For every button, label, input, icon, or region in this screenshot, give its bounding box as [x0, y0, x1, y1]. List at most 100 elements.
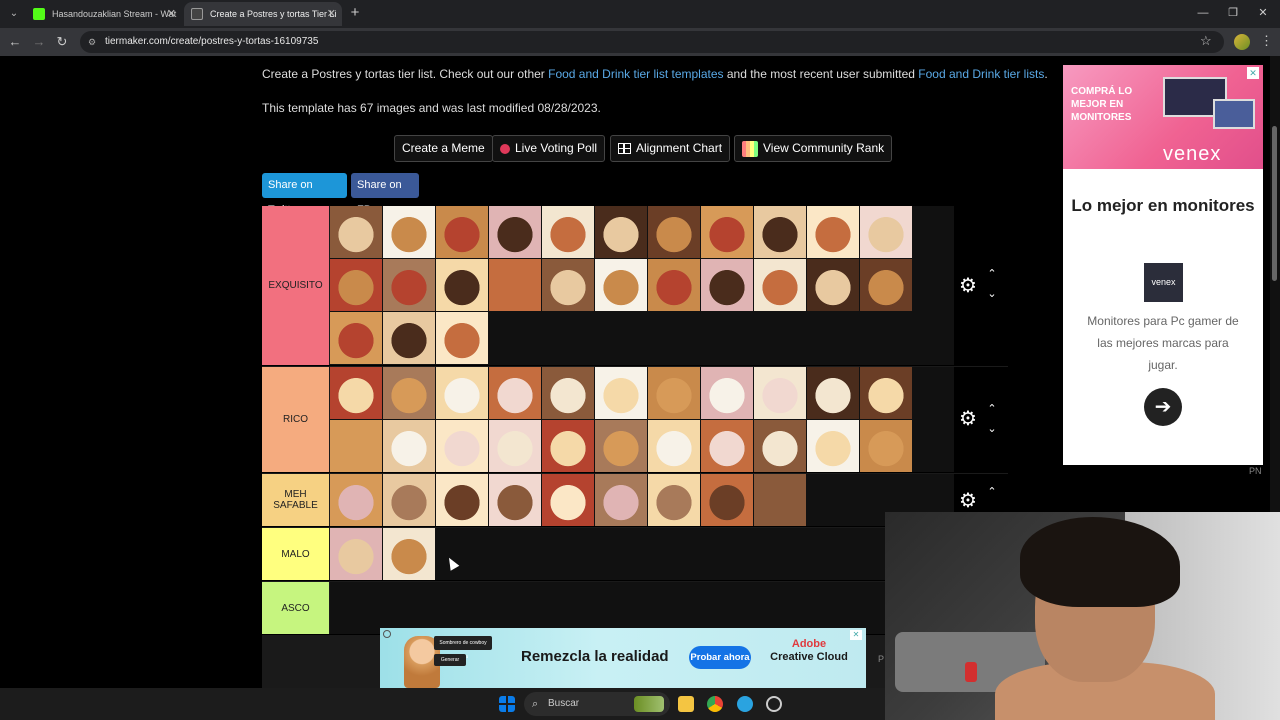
dessert-image[interactable] [330, 367, 382, 419]
tier-items-dropzone[interactable] [330, 582, 954, 634]
arrow-right-icon[interactable]: ➔ [1144, 388, 1182, 426]
dessert-image[interactable] [436, 420, 488, 472]
app-icon[interactable] [766, 696, 782, 712]
move-down-icon[interactable]: ⌄ [985, 423, 999, 435]
reload-button[interactable]: ↻ [53, 33, 71, 51]
dessert-image[interactable] [701, 259, 753, 311]
dessert-image[interactable] [648, 420, 700, 472]
dessert-image[interactable] [754, 420, 806, 472]
dessert-image[interactable] [860, 259, 912, 311]
move-down-icon[interactable]: ⌄ [985, 288, 999, 300]
dessert-image[interactable] [860, 206, 912, 258]
dessert-image[interactable] [489, 367, 541, 419]
share-facebook-button[interactable]: Share on FB [351, 173, 419, 216]
dessert-image[interactable] [383, 259, 435, 311]
view-community-rank-button[interactable]: View Community Rank [734, 135, 893, 162]
minimize-button[interactable]: — [1188, 4, 1218, 22]
dessert-image[interactable] [701, 367, 753, 419]
dessert-image[interactable] [754, 474, 806, 526]
dessert-image[interactable] [807, 420, 859, 472]
dessert-image[interactable] [436, 206, 488, 258]
dessert-image[interactable] [701, 206, 753, 258]
dessert-image[interactable] [754, 259, 806, 311]
ad-banner-image[interactable]: COMPRÁ LO MEJOR EN MONITORES venex ✕ [1063, 65, 1263, 169]
dessert-image[interactable] [754, 367, 806, 419]
food-drink-templates-link[interactable]: Food and Drink tier list templates [548, 67, 723, 81]
dessert-image[interactable] [489, 474, 541, 526]
dessert-image[interactable] [701, 420, 753, 472]
dessert-image[interactable] [542, 420, 594, 472]
ad-close-icon[interactable]: ✕ [1247, 67, 1259, 79]
dessert-image[interactable] [489, 206, 541, 258]
dessert-image[interactable] [383, 206, 435, 258]
gear-icon[interactable]: ⚙ [958, 409, 978, 429]
bottom-ad[interactable]: Sombrero de cowboy rosa Generar Remezcla… [380, 628, 866, 688]
bookmark-star-icon[interactable]: ☆ [1200, 33, 1216, 49]
dessert-image[interactable] [542, 206, 594, 258]
address-bar[interactable]: ⚙ tiermaker.com/create/postres-y-tortas-… [80, 31, 1224, 53]
url-text[interactable]: tiermaker.com/create/postres-y-tortas-16… [105, 31, 318, 53]
dessert-image[interactable] [383, 367, 435, 419]
profile-avatar[interactable] [1234, 34, 1250, 50]
tier-items-dropzone[interactable] [330, 474, 954, 526]
live-voting-poll-button[interactable]: Live Voting Poll [492, 135, 606, 162]
dessert-image[interactable] [330, 312, 382, 364]
windows-start-icon[interactable] [499, 696, 515, 712]
telegram-icon[interactable] [737, 696, 753, 712]
dessert-image[interactable] [860, 367, 912, 419]
tab-tiermaker[interactable]: Create a Postres y tortas Tier Li ✕ [184, 2, 342, 26]
dessert-image[interactable] [701, 474, 753, 526]
create-meme-button[interactable]: Create a Meme [394, 135, 493, 162]
close-tab-icon[interactable]: ✕ [167, 2, 176, 26]
menu-kebab-icon[interactable]: ⋮ [1260, 33, 1273, 49]
tier-label[interactable]: MALO [262, 528, 329, 580]
dessert-image[interactable] [754, 206, 806, 258]
dessert-image[interactable] [383, 312, 435, 364]
dessert-image[interactable] [383, 528, 435, 580]
dessert-image[interactable] [330, 528, 382, 580]
sidebar-ad[interactable]: COMPRÁ LO MEJOR EN MONITORES venex ✕ Lo … [1063, 65, 1263, 465]
move-up-icon[interactable]: ⌃ [985, 403, 999, 415]
dessert-image[interactable] [330, 474, 382, 526]
tier-label[interactable]: ASCO [262, 582, 329, 634]
dessert-image[interactable] [542, 474, 594, 526]
dessert-image[interactable] [330, 206, 382, 258]
dessert-image[interactable] [807, 206, 859, 258]
move-up-icon[interactable]: ⌃ [985, 486, 999, 498]
ad-close-icon[interactable]: ✕ [850, 630, 862, 640]
dessert-image[interactable] [542, 367, 594, 419]
restore-button[interactable]: ❐ [1218, 4, 1248, 22]
dessert-image[interactable] [383, 474, 435, 526]
dessert-image[interactable] [383, 420, 435, 472]
chrome-icon[interactable] [707, 696, 723, 712]
tier-items-dropzone[interactable] [330, 367, 954, 472]
dessert-image[interactable] [330, 259, 382, 311]
forward-button[interactable]: → [30, 33, 48, 51]
dessert-image[interactable] [489, 420, 541, 472]
dessert-image[interactable] [595, 420, 647, 472]
tier-label[interactable]: MEH SAFABLE [262, 474, 329, 526]
dessert-image[interactable] [860, 420, 912, 472]
try-now-button[interactable]: Probar ahora [689, 646, 751, 669]
dessert-image[interactable] [436, 312, 488, 364]
dessert-image[interactable] [542, 259, 594, 311]
dessert-image[interactable] [648, 206, 700, 258]
tier-label[interactable]: EXQUISITO [262, 206, 329, 365]
gear-icon[interactable]: ⚙ [958, 276, 978, 296]
dessert-image[interactable] [330, 420, 382, 472]
dessert-image[interactable] [807, 259, 859, 311]
tier-label[interactable]: RICO [262, 367, 329, 472]
tier-items-dropzone[interactable] [330, 528, 954, 580]
dessert-image[interactable] [595, 259, 647, 311]
dessert-image[interactable] [807, 367, 859, 419]
dessert-image[interactable] [436, 367, 488, 419]
move-up-icon[interactable]: ⌃ [985, 268, 999, 280]
food-drink-lists-link[interactable]: Food and Drink tier lists [918, 67, 1044, 81]
dessert-image[interactable] [595, 474, 647, 526]
dessert-image[interactable] [436, 259, 488, 311]
alignment-chart-button[interactable]: Alignment Chart [610, 135, 731, 162]
new-tab-button[interactable]: + [346, 4, 364, 22]
file-explorer-icon[interactable] [678, 696, 694, 712]
dessert-image[interactable] [595, 206, 647, 258]
close-tab-icon[interactable]: ✕ [327, 2, 336, 26]
